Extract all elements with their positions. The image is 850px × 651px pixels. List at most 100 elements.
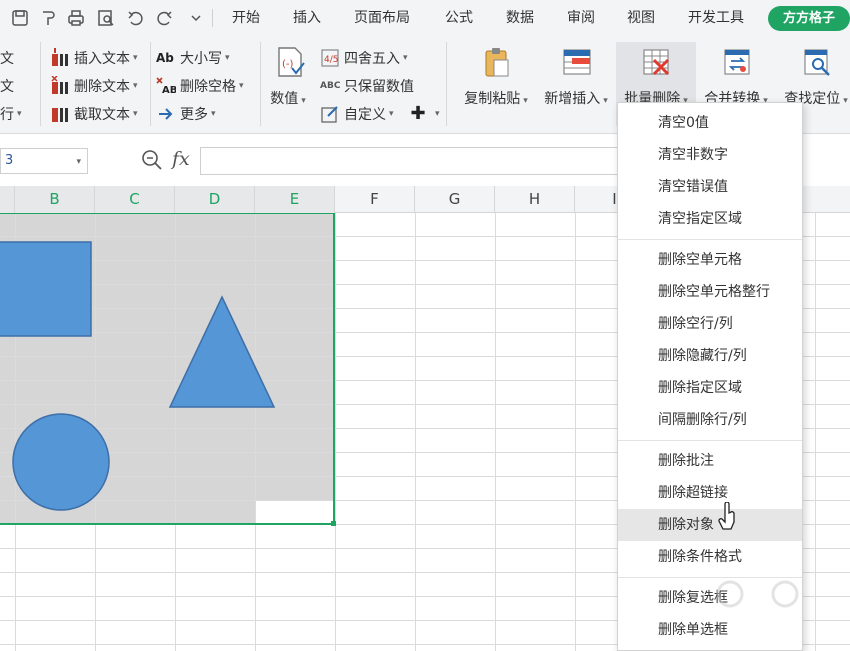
custom-label: 自定义 <box>344 107 386 123</box>
function-icon[interactable]: fx <box>172 148 190 170</box>
save-icon[interactable] <box>10 8 30 28</box>
plus-icon: ✚ <box>410 103 426 124</box>
name-box[interactable]: 3 ▾ <box>0 148 88 174</box>
column-header-b[interactable]: B <box>15 186 95 213</box>
tab-developer[interactable]: 开发工具 <box>688 8 744 28</box>
column-header-a[interactable] <box>0 186 15 213</box>
round-label: 四舍五入 <box>344 51 400 67</box>
case-icon: Ab <box>156 51 174 65</box>
insert-new-button[interactable]: 新增插入 ▾ <box>536 42 616 126</box>
menu-item-delete-objects[interactable]: 删除对象 <box>618 509 802 541</box>
menu-item-delete-interval-rows-cols[interactable]: 间隔删除行/列 <box>618 404 802 436</box>
tab-fangfang-gezi[interactable]: 方方格子 <box>768 6 850 31</box>
column-header-d[interactable]: D <box>175 186 255 213</box>
rectangle-shape[interactable] <box>0 241 92 337</box>
formula-input[interactable] <box>200 147 620 175</box>
ribbon-cut-item-1[interactable]: 文 <box>0 46 14 70</box>
menu-item-delete-range[interactable]: 删除指定区域 <box>618 372 802 404</box>
chevron-down-icon: ▾ <box>843 96 848 106</box>
menu-item-clear-non-numeric[interactable]: 清空非数字 <box>618 139 802 171</box>
menu-item-delete-empty-cells[interactable]: 删除空单元格 <box>618 244 802 276</box>
ribbon-cut-item-2[interactable]: 文 <box>0 74 14 98</box>
tab-view[interactable]: 视图 <box>627 8 655 28</box>
column-header-e[interactable]: E <box>255 186 335 213</box>
chevron-down-icon: ▾ <box>603 96 608 106</box>
delete-text-button[interactable]: 删除文本 ▾ <box>50 74 138 98</box>
insert-new-label-text: 新增插入 <box>544 91 601 107</box>
menu-item-delete-hyperlinks[interactable]: 删除超链接 <box>618 477 802 509</box>
tab-review[interactable]: 审阅 <box>567 8 595 28</box>
tab-home[interactable]: 开始 <box>232 8 260 28</box>
fill-handle[interactable] <box>331 521 336 526</box>
insert-text-button[interactable]: 插入文本 ▾ <box>50 46 138 70</box>
abc-icon: ABC <box>320 81 341 91</box>
round-icon: 4/5 <box>320 48 340 68</box>
more-button[interactable]: 更多 ▾ <box>156 102 216 126</box>
extract-text-label: 截取文本 <box>74 107 130 123</box>
undo-icon[interactable] <box>126 8 146 28</box>
insert-text-label: 插入文本 <box>74 51 130 67</box>
tab-page-layout[interactable]: 页面布局 <box>354 8 410 28</box>
case-button[interactable]: Ab 大小写 ▾ <box>156 46 230 70</box>
insert-text-icon <box>50 48 70 68</box>
svg-text:AB: AB <box>162 85 176 96</box>
numeric-value-label: 数值 ▾ <box>258 88 318 108</box>
zoom-icon[interactable] <box>140 148 164 172</box>
menu-item-delete-radio-buttons[interactable]: 删除单选框 <box>618 614 802 646</box>
chevron-down-icon[interactable]: ▾ <box>76 150 81 174</box>
menu-item-delete-empty-rows-cols[interactable]: 删除空行/列 <box>618 308 802 340</box>
menu-item-clear-range[interactable]: 清空指定区域 <box>618 203 802 235</box>
chevron-down-icon: ▾ <box>133 53 138 63</box>
extract-text-button[interactable]: 截取文本 ▾ <box>50 102 138 126</box>
numeric-value-button[interactable]: (-) 数值 ▾ <box>258 42 318 126</box>
ribbon-cut-item-3[interactable]: 行 ▾ <box>0 102 22 126</box>
column-header-h[interactable]: H <box>495 186 575 213</box>
copy-paste-button[interactable]: 复制粘贴 ▾ <box>456 42 536 126</box>
tab-data[interactable]: 数据 <box>506 8 534 28</box>
custom-button[interactable]: 自定义 ▾ <box>320 102 394 126</box>
menu-item-delete-hidden-rows-cols[interactable]: 删除隐藏行/列 <box>618 340 802 372</box>
menu-item-clear-errors[interactable]: 清空错误值 <box>618 171 802 203</box>
print-preview-icon[interactable] <box>96 8 116 28</box>
keep-values-only-label: 只保留数值 <box>344 79 414 95</box>
ribbon-divider <box>150 42 151 126</box>
tab-insert[interactable]: 插入 <box>293 8 321 28</box>
custom-edit-icon <box>320 104 340 124</box>
column-header-f[interactable]: F <box>335 186 415 213</box>
ribbon-cut-item-3-label: 行 <box>0 107 14 123</box>
mouse-cursor-icon <box>718 502 735 530</box>
insert-rows-icon <box>563 49 591 75</box>
copy-paste-label: 复制粘贴 ▾ <box>456 88 536 108</box>
column-header-c[interactable]: C <box>95 186 175 213</box>
menu-item-delete-empty-cell-rows[interactable]: 删除空单元格整行 <box>618 276 802 308</box>
remove-spaces-button[interactable]: AB 删除空格 ▾ <box>156 74 244 98</box>
menu-divider <box>618 239 802 240</box>
redo-icon[interactable] <box>154 8 174 28</box>
tab-formulas[interactable]: 公式 <box>445 8 473 28</box>
menu-bar: 开始 插入 页面布局 公式 数据 审阅 视图 开发工具 方方格子 <box>0 0 850 36</box>
find-locate-icon <box>804 49 830 76</box>
round-button[interactable]: 4/5 四舍五入 ▾ <box>320 46 408 70</box>
chevron-down-icon: ▾ <box>389 109 394 119</box>
quick-access-more-icon[interactable] <box>186 8 206 28</box>
print-icon[interactable] <box>66 8 86 28</box>
chevron-down-icon: ▾ <box>133 109 138 119</box>
format-painter-icon[interactable] <box>38 8 58 28</box>
menu-item-delete-conditional-formats[interactable]: 删除条件格式 <box>618 541 802 573</box>
menu-divider <box>618 440 802 441</box>
active-cell[interactable] <box>255 501 335 524</box>
menu-item-delete-comments[interactable]: 删除批注 <box>618 445 802 477</box>
arrow-right-icon <box>156 104 176 124</box>
chevron-down-icon: ▾ <box>523 96 528 106</box>
delete-text-icon <box>50 75 70 96</box>
add-function-button[interactable]: ✚ ▾ <box>408 102 439 126</box>
watermark-logo <box>690 574 840 614</box>
merge-convert-icon <box>724 49 750 75</box>
keep-values-only-button[interactable]: ABC 只保留数值 <box>320 74 414 98</box>
batch-delete-icon <box>643 49 670 76</box>
circle-shape[interactable] <box>12 413 110 511</box>
column-header-g[interactable]: G <box>415 186 495 213</box>
menu-item-clear-zero[interactable]: 清空0值 <box>618 107 802 139</box>
chevron-down-icon: ▾ <box>17 109 22 119</box>
insert-new-label: 新增插入 ▾ <box>536 88 616 108</box>
